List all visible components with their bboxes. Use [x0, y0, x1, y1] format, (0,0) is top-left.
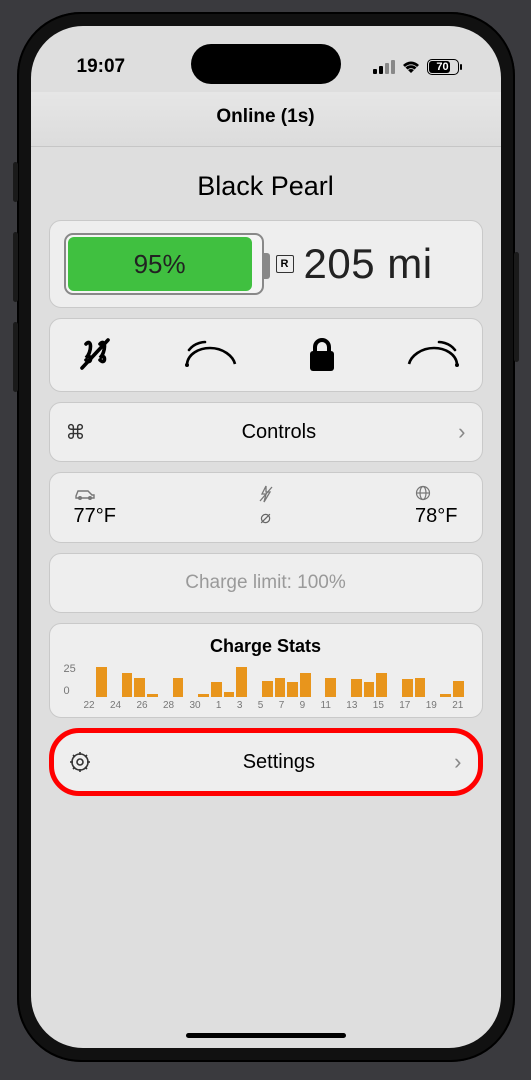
settings-label: Settings: [104, 751, 455, 774]
phone-battery-icon: 70: [427, 59, 459, 75]
home-indicator[interactable]: [186, 1033, 346, 1038]
climate-off-button[interactable]: [68, 338, 128, 372]
controls-label: Controls: [100, 421, 459, 444]
trunk-button[interactable]: [404, 340, 464, 370]
charge-stats-title: Charge Stats: [64, 636, 468, 657]
range-value: 205 mi: [304, 240, 433, 288]
charge-stats-card[interactable]: Charge Stats 25 0 2224262830135791113151…: [49, 623, 483, 718]
settings-row-highlight: Settings ›: [49, 728, 483, 796]
lock-button[interactable]: [292, 337, 352, 373]
charge-stats-chart: 25 0 222426283013579111315171921: [64, 663, 468, 709]
cellular-signal-icon: [373, 60, 395, 74]
charge-limit-text: Charge limit: 100%: [185, 572, 346, 593]
charge-rate: ⌀: [259, 507, 273, 528]
charge-limit-card[interactable]: Charge limit: 100%: [49, 553, 483, 613]
frunk-button[interactable]: [180, 340, 240, 370]
quick-actions-card: [49, 318, 483, 392]
online-status: Online (1s): [216, 106, 314, 127]
battery-percent: 95%: [68, 237, 252, 291]
exterior-temp: 78°F: [415, 505, 457, 528]
battery-range-card[interactable]: 95% R 205 mi: [49, 220, 483, 308]
dynamic-island: [191, 44, 341, 84]
car-icon: [74, 487, 116, 501]
settings-row[interactable]: Settings ›: [54, 733, 478, 791]
globe-icon: [415, 485, 457, 501]
chevron-right-icon: ›: [454, 749, 461, 775]
gear-icon: [70, 752, 104, 772]
command-icon: ⌘: [66, 420, 100, 445]
page-header: Online (1s): [31, 92, 501, 147]
wifi-icon: [401, 60, 421, 75]
interior-temp: 77°F: [74, 505, 116, 528]
y-tick: 25: [64, 663, 76, 675]
vehicle-name: Black Pearl: [49, 147, 483, 220]
rated-badge: R: [276, 255, 294, 273]
temperature-card[interactable]: 77°F ⌀ 78°F: [49, 472, 483, 543]
flash-off-icon: [259, 485, 273, 503]
screen: 19:07 70 Online (1s) Black Pearl 95% R 2…: [31, 26, 501, 1048]
battery-bar: 95%: [64, 233, 264, 295]
status-time: 19:07: [77, 56, 126, 78]
y-tick: 0: [64, 685, 70, 697]
controls-row[interactable]: ⌘ Controls ›: [49, 402, 483, 462]
chevron-right-icon: ›: [458, 419, 465, 445]
